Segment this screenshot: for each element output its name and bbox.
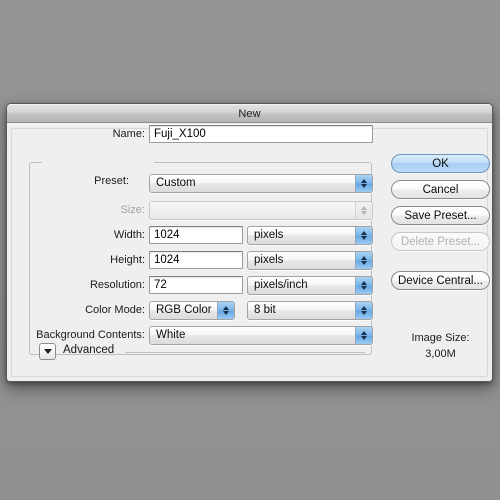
image-size-value: 3,00M <box>425 348 456 360</box>
background-contents-label: Background Contents: <box>36 329 145 341</box>
new-document-dialog: New Name: Preset: Custom Size: Width: <box>6 103 493 382</box>
width-label: Width: <box>113 229 145 241</box>
advanced-section[interactable]: Advanced <box>39 343 365 361</box>
bit-depth-stepper-icon[interactable] <box>355 302 372 319</box>
name-label: Name: <box>112 128 145 140</box>
ok-button[interactable]: OK <box>391 154 490 173</box>
height-unit-popup[interactable]: pixels <box>247 251 373 270</box>
color-mode-label: Color Mode: <box>85 304 145 316</box>
dialog-title: New <box>238 107 261 120</box>
color-mode-stepper-icon[interactable] <box>217 302 234 319</box>
width-unit-value: pixels <box>254 229 284 241</box>
device-central-button[interactable]: Device Central... <box>391 271 490 290</box>
bit-depth-popup[interactable]: 8 bit <box>247 301 373 320</box>
height-input[interactable] <box>149 251 243 269</box>
height-label: Height: <box>110 254 145 266</box>
size-popup <box>149 201 373 220</box>
size-stepper-icon <box>355 202 372 219</box>
image-size-readout: Image Size: 3,00M <box>387 330 492 362</box>
save-preset-button[interactable]: Save Preset... <box>391 206 490 225</box>
dialog-titlebar[interactable]: New <box>7 104 492 123</box>
preset-label: Preset: <box>94 175 129 187</box>
height-unit-stepper-icon[interactable] <box>355 252 372 269</box>
height-unit-value: pixels <box>254 254 284 266</box>
color-mode-value: RGB Color <box>156 304 212 316</box>
resolution-input[interactable] <box>149 276 243 294</box>
resolution-unit-stepper-icon[interactable] <box>355 277 372 294</box>
color-mode-popup[interactable]: RGB Color <box>149 301 235 320</box>
resolution-unit-popup[interactable]: pixels/inch <box>247 276 373 295</box>
width-input[interactable] <box>149 226 243 244</box>
background-contents-stepper-icon[interactable] <box>355 327 372 344</box>
resolution-unit-value: pixels/inch <box>254 279 308 291</box>
delete-preset-button: Delete Preset... <box>391 232 490 251</box>
name-input[interactable] <box>149 125 373 143</box>
width-unit-popup[interactable]: pixels <box>247 226 373 245</box>
background-contents-value: White <box>156 329 186 341</box>
size-label: Size: <box>120 204 145 216</box>
image-size-label: Image Size: <box>411 332 470 344</box>
preset-label-mask <box>42 156 154 170</box>
cancel-button[interactable]: Cancel <box>391 180 490 199</box>
preset-stepper-icon[interactable] <box>355 175 372 192</box>
advanced-label: Advanced <box>63 344 115 356</box>
advanced-separator <box>125 352 365 353</box>
resolution-label: Resolution: <box>89 279 145 291</box>
preset-value: Custom <box>156 177 196 189</box>
width-unit-stepper-icon[interactable] <box>355 227 372 244</box>
dialog-body: Name: Preset: Custom Size: Width: pixels <box>7 124 492 381</box>
triangle-down-icon[interactable] <box>39 343 56 360</box>
bit-depth-value: 8 bit <box>254 304 276 316</box>
preset-popup[interactable]: Custom <box>149 174 373 193</box>
